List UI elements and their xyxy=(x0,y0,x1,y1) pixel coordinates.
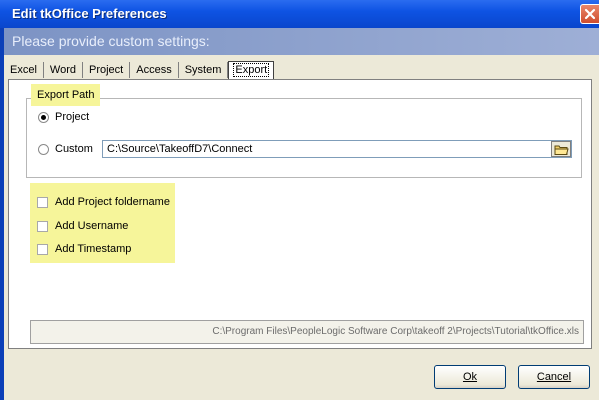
folder-icon xyxy=(554,145,569,155)
tab-export[interactable]: Export xyxy=(228,61,275,79)
tab-word[interactable]: Word xyxy=(44,62,83,78)
add-timestamp-label: Add Timestamp xyxy=(55,243,132,255)
custom-path-input[interactable] xyxy=(102,140,572,158)
tab-project[interactable]: Project xyxy=(83,62,131,78)
tab-access[interactable]: Access xyxy=(130,62,179,78)
subtitle-band: Please provide custom settings: xyxy=(4,28,599,55)
subtitle-text: Please provide custom settings: xyxy=(12,33,210,49)
window-title: Edit tkOffice Preferences xyxy=(12,6,167,21)
file-path-status: C:\Program Files\PeopleLogic Software Co… xyxy=(30,320,584,344)
add-username-label: Add Username xyxy=(55,220,129,232)
cancel-button-label: Cancel xyxy=(536,371,572,383)
radio-project[interactable] xyxy=(38,111,49,123)
radio-custom[interactable] xyxy=(38,143,49,155)
add-project-foldername-checkbox[interactable] xyxy=(37,196,48,208)
browse-folder-button[interactable] xyxy=(551,141,571,157)
ok-button[interactable]: Ok xyxy=(434,365,506,389)
radio-custom-label: Custom xyxy=(55,143,93,155)
add-project-foldername-label: Add Project foldername xyxy=(55,196,170,208)
option-username-row[interactable]: Add Username xyxy=(37,220,128,232)
option-timestamp-row[interactable]: Add Timestamp xyxy=(37,243,131,255)
ok-button-label: Ok xyxy=(462,371,478,383)
radio-project-label: Project xyxy=(55,111,90,123)
option-project-foldername-row[interactable]: Add Project foldername xyxy=(37,196,170,208)
radio-project-row[interactable]: Project xyxy=(38,111,89,123)
close-icon xyxy=(584,8,596,20)
title-bar[interactable]: Edit tkOffice Preferences xyxy=(0,0,599,28)
export-path-group xyxy=(26,98,582,178)
radio-custom-row[interactable]: Custom xyxy=(38,143,93,155)
close-button[interactable] xyxy=(580,4,599,24)
add-username-checkbox[interactable] xyxy=(37,220,48,232)
tab-strip: Excel Word Project Access System Export xyxy=(8,61,275,79)
cancel-button[interactable]: Cancel xyxy=(518,365,590,389)
tab-excel[interactable]: Excel xyxy=(8,62,44,78)
export-path-label: Export Path xyxy=(31,84,101,106)
tab-system[interactable]: System xyxy=(179,62,229,78)
tab-export-label: Export xyxy=(233,63,270,77)
add-timestamp-checkbox[interactable] xyxy=(37,243,48,255)
